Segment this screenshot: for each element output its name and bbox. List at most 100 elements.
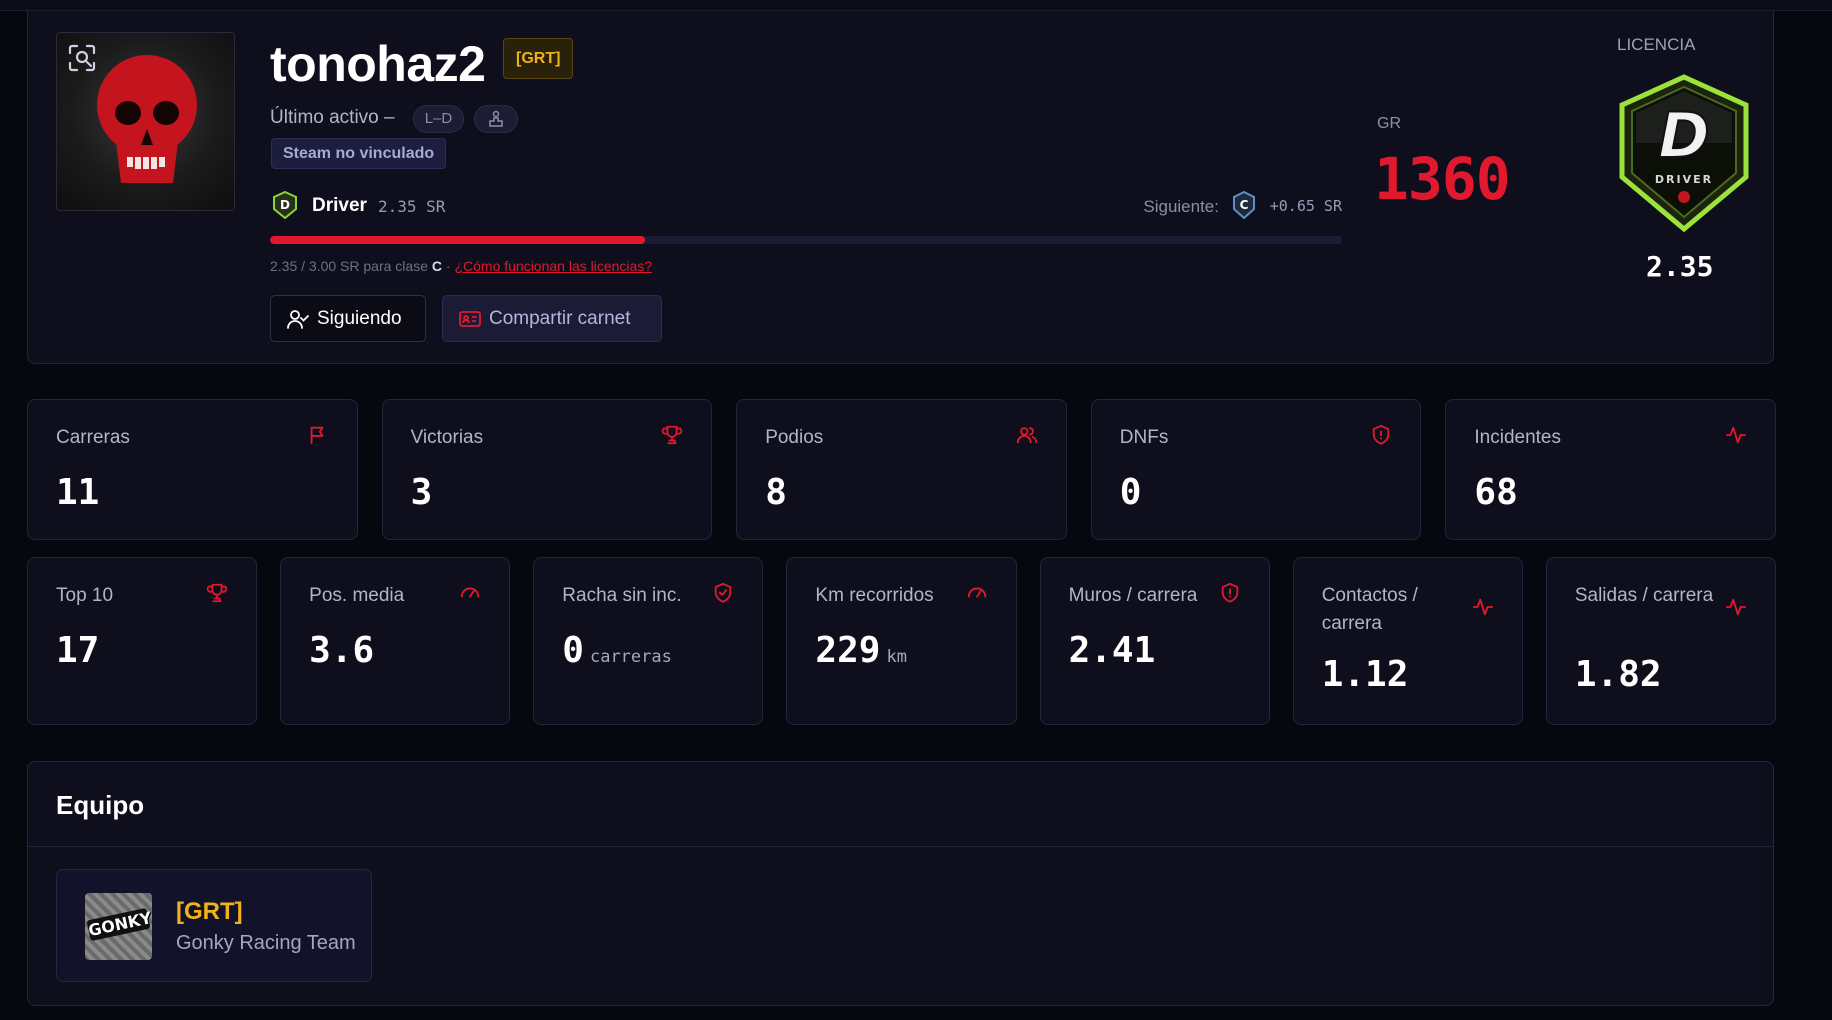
stat-number: 68: [1474, 472, 1518, 513]
following-label: Siguiendo: [317, 308, 402, 329]
stat-card: Victorias 3: [381, 399, 713, 540]
stat-value: 3: [411, 472, 433, 513]
team-logo-text: GONKY: [86, 907, 152, 942]
top-navigation-bar: [0, 0, 1832, 11]
stat-value: 68: [1474, 472, 1517, 513]
stat-card: Muros / carrera 2.41: [1039, 557, 1270, 725]
driver-license-shield-icon: D DRIVER: [1619, 74, 1749, 233]
share-card-label: Compartir carnet: [489, 308, 631, 329]
stat-number: 1.82: [1574, 654, 1662, 695]
stat-number: 1.12: [1321, 654, 1409, 695]
stat-card: DNFs 0: [1090, 399, 1422, 540]
stat-unit: carreras: [589, 647, 672, 667]
flag-icon: [310, 426, 324, 445]
team-section: Equipo GONKY [GRT] Gonky Racing Team: [27, 761, 1774, 1006]
stat-number: 229: [815, 630, 881, 671]
stat-value: 3.6: [309, 630, 374, 671]
stat-card: Pos. media 3.6: [280, 557, 511, 725]
progress-separator: ·: [442, 258, 455, 274]
schedule-pill: L–D: [413, 105, 464, 133]
following-button[interactable]: Siguiendo: [270, 295, 426, 342]
license-badge-sr: 2.35: [1646, 250, 1714, 283]
stat-value: 0 carreras: [562, 630, 672, 671]
progress-caption: 2.35 / 3.00 SR para clase C · ¿Cómo func…: [270, 258, 652, 274]
stat-value: 1.12: [1322, 654, 1409, 695]
avatar: [56, 32, 235, 211]
activity-icon: [1725, 426, 1747, 444]
license-sr: 2.35 SR: [378, 197, 446, 216]
stat-card: Salidas / carrera 1.82: [1545, 557, 1776, 725]
trophy-icon: [661, 425, 683, 445]
team-tag: [GRT]: [176, 898, 243, 925]
stat-unit: km: [886, 647, 907, 667]
stat-label: Km recorridos: [815, 585, 934, 606]
progress-class: C: [431, 258, 442, 274]
stat-label: Salidas / carrera: [1574, 585, 1714, 606]
gr-value: 1360: [1374, 145, 1511, 213]
gauge-icon: [461, 587, 480, 598]
steam-status-badge: Steam no vinculado: [271, 138, 447, 169]
podium-icon: [489, 110, 503, 127]
stat-value: 8: [765, 472, 787, 513]
stat-label: Top 10: [56, 585, 114, 606]
shield-check-icon: [715, 582, 732, 603]
license-progress-bar: [270, 236, 1342, 244]
stat-label: Muros / carrera: [1068, 585, 1198, 606]
last-active-text: Último activo –: [270, 107, 395, 128]
stat-label: Contactos / carrera: [1321, 585, 1418, 634]
stat-value: 0: [1120, 472, 1142, 513]
stat-card: Top 10 17: [27, 557, 258, 725]
team-tag-badge[interactable]: [GRT]: [503, 38, 574, 79]
stat-card: Km recorridos 229 km: [786, 557, 1017, 725]
stat-value: 17: [56, 630, 99, 671]
stat-value: 229 km: [815, 630, 907, 671]
stat-label: DNFs: [1119, 427, 1169, 448]
podium-pill: [474, 105, 518, 133]
svg-text:C: C: [1240, 198, 1249, 212]
license-row: D Driver 2.35 SR Siguiente: C +0.65 SR: [270, 191, 1342, 221]
users-icon: [1016, 427, 1037, 444]
activity-icon: [1725, 598, 1747, 616]
gauge-icon: [967, 587, 986, 598]
stat-value: 11: [56, 472, 99, 513]
stat-number: 0: [1119, 472, 1142, 513]
stat-card: Contactos / carrera 1.12: [1292, 557, 1523, 725]
stat-label: Pos. media: [309, 585, 405, 606]
stat-number: 11: [56, 472, 100, 513]
shield-alert-icon: [1373, 424, 1390, 445]
scan-face-icon[interactable]: [67, 43, 97, 73]
licencia-label: LICENCIA: [1617, 35, 1696, 54]
stat-label: Podios: [765, 427, 824, 448]
svg-text:D: D: [280, 198, 290, 212]
stat-card: Incidentes 68: [1445, 399, 1776, 540]
stat-value: 1.82: [1575, 654, 1662, 695]
stat-card: Podios 8: [736, 399, 1067, 540]
profile-header-card: tonohaz2 [GRT] Último activo – L–D Steam…: [27, 11, 1774, 364]
c-license-icon: C: [1233, 191, 1255, 219]
stat-number: 3: [410, 472, 433, 513]
user-check-icon: [287, 310, 309, 329]
progress-text: 2.35 / 3.00 SR para clase: [270, 258, 432, 274]
stat-card: Carreras 11: [27, 399, 358, 540]
stat-number: 8: [765, 472, 787, 513]
license-progress-fill: [270, 236, 646, 244]
team-section-title: Equipo: [56, 790, 145, 820]
divider: [28, 846, 1773, 847]
stat-value: 2.41: [1069, 630, 1156, 671]
share-card-button[interactable]: Compartir carnet: [442, 295, 662, 342]
username: tonohaz2: [270, 36, 486, 92]
shield-alert-icon: [1221, 582, 1238, 603]
driver-license-icon: D: [273, 191, 297, 219]
svg-text:DRIVER: DRIVER: [1655, 173, 1713, 186]
id-card-icon: [459, 311, 481, 327]
stat-label: Victorias: [410, 427, 484, 448]
stat-label: Carreras: [56, 427, 130, 448]
team-item[interactable]: GONKY [GRT] Gonky Racing Team: [56, 869, 372, 982]
gr-label: GR: [1377, 115, 1401, 132]
stat-label: Racha sin inc.: [562, 585, 682, 606]
stat-card: Racha sin inc. 0 carreras: [533, 557, 764, 725]
stat-number: 2.41: [1068, 630, 1156, 671]
license-help-link[interactable]: ¿Cómo funcionan las licencias?: [454, 258, 652, 274]
team-name: Gonky Racing Team: [176, 932, 356, 954]
license-name: Driver: [312, 195, 367, 216]
